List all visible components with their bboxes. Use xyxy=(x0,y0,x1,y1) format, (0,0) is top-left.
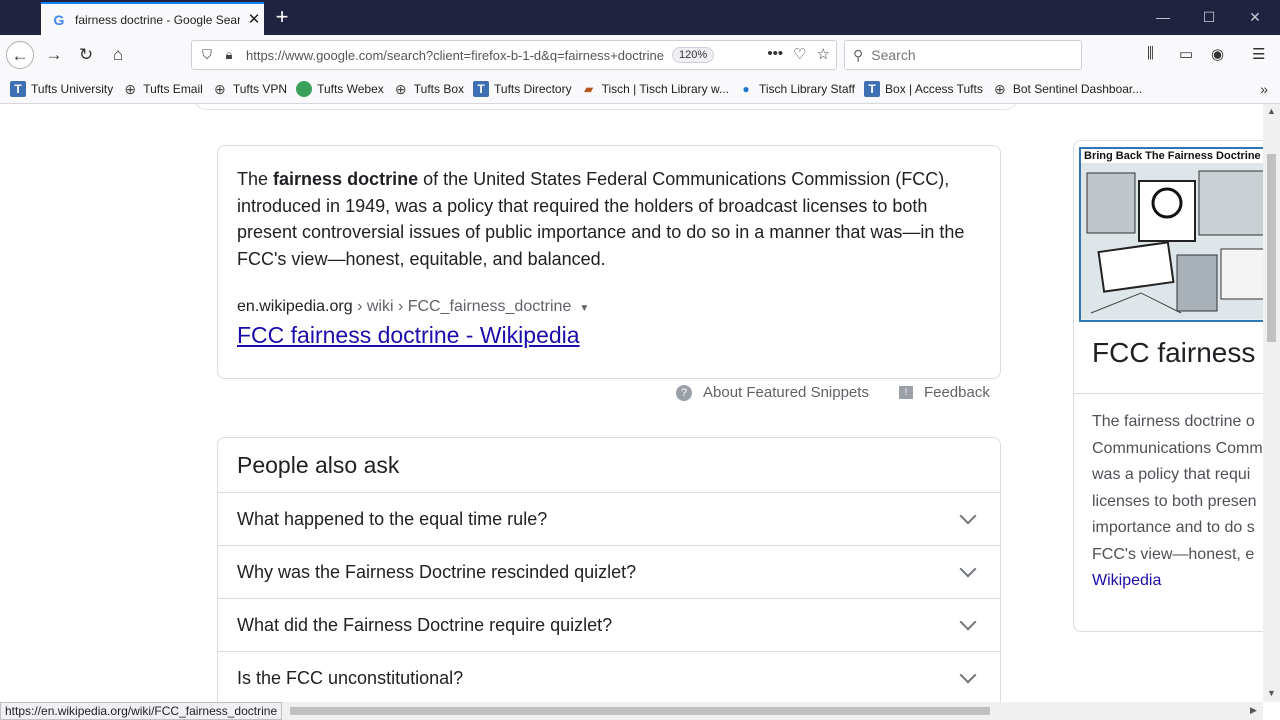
chevron-down-icon xyxy=(959,613,977,631)
about-snippets-link[interactable]: About Featured Snippets xyxy=(703,384,869,401)
zoom-level[interactable]: 120% xyxy=(672,47,715,63)
bookmark-tufts-email[interactable]: ⊕ Tufts Email xyxy=(122,80,202,97)
scrollbar-thumb[interactable] xyxy=(1267,154,1276,342)
status-url: https://en.wikipedia.org/wiki/FCC_fairne… xyxy=(0,702,283,720)
chevron-down-icon xyxy=(959,666,977,684)
bookmark-box-access-tufts[interactable]: T Box | Access Tufts xyxy=(864,80,983,97)
knowledge-panel-title: FCC fairness xyxy=(1092,337,1256,368)
vertical-scrollbar[interactable]: ▲ ▼ xyxy=(1263,104,1280,702)
paa-question[interactable]: What did the Fairness Doctrine require q… xyxy=(218,598,1000,651)
tab-close-icon[interactable]: ✕ xyxy=(246,11,262,28)
webex-icon xyxy=(296,80,313,97)
reload-icon[interactable]: ↻ xyxy=(72,41,100,69)
bookmark-tisch-library-staff[interactable]: ● Tisch Library Staff xyxy=(738,81,855,97)
navigation-toolbar: ← → ↻ ⌂ ⛉ 🔒︎ https://www.google.com/sear… xyxy=(0,35,1280,74)
new-tab-icon[interactable]: + xyxy=(270,6,294,30)
cite-dropdown-icon[interactable]: ▼ xyxy=(579,303,589,314)
sidebar-icon[interactable]: ▭ xyxy=(1179,45,1193,63)
globe-icon: ⊕ xyxy=(993,80,1006,97)
bookmark-tisch-library[interactable]: ▰ Tisch | Tisch Library w... xyxy=(581,81,729,97)
account-icon[interactable]: ◉ xyxy=(1211,45,1224,63)
url-bar[interactable]: ⛉ 🔒︎ https://www.google.com/search?clien… xyxy=(191,40,837,70)
tufts-t-icon: T xyxy=(10,80,26,97)
cite-path: › wiki › FCC_fairness_doctrine xyxy=(352,298,572,315)
google-g-icon: G xyxy=(53,11,65,28)
feedback-icon: ! xyxy=(898,386,913,399)
knowledge-panel-description: The fairness doctrine o Communications C… xyxy=(1092,409,1263,595)
globe-icon: ⊕ xyxy=(213,80,226,97)
bookmarks-toolbar: T Tufts University ⊕ Tufts Email ⊕ Tufts VP… xyxy=(0,74,1280,104)
cartoon-illustration xyxy=(1081,163,1263,319)
library-icon[interactable]: ⫼ xyxy=(1147,45,1154,62)
search-icon: ⚲ xyxy=(853,46,864,63)
page-content: The fairness doctrine of the United Stat… xyxy=(0,104,1263,702)
tab-title: fairness doctrine - Google Search xyxy=(75,12,240,27)
bookmark-tufts-vpn[interactable]: ⊕ Tufts VPN xyxy=(212,81,287,97)
minimize-icon[interactable]: — xyxy=(1140,6,1186,30)
tufts-t-icon: T xyxy=(473,80,490,97)
scroll-down-icon[interactable]: ▼ xyxy=(1267,688,1276,698)
knowledge-panel: Bring Back The Fairness Doctrine FCC fai… xyxy=(1073,140,1263,632)
tab-strip: G fairness doctrine - Google Search ✕ + … xyxy=(0,0,1280,35)
feedback-link[interactable]: Feedback xyxy=(924,384,990,401)
pocket-icon[interactable]: ♡ xyxy=(793,45,806,63)
maximize-icon[interactable]: ☐ xyxy=(1186,6,1232,30)
tufts-t-icon: T xyxy=(864,80,881,97)
search-header-edge xyxy=(193,104,1019,110)
divider xyxy=(1074,393,1263,394)
search-field[interactable]: ⚲ Search xyxy=(844,40,1082,70)
scroll-up-icon[interactable]: ▲ xyxy=(1267,106,1276,116)
tab-active[interactable]: G fairness doctrine - Google Search ✕ xyxy=(41,2,264,35)
image-caption: Bring Back The Fairness Doctrine xyxy=(1081,149,1263,163)
knowledge-panel-source-link[interactable]: Wikipedia xyxy=(1092,568,1263,595)
scroll-right-icon[interactable]: ▶ xyxy=(1250,705,1257,716)
snippet-footer: ? About Featured Snippets ! Feedback xyxy=(676,384,990,401)
chevron-down-icon xyxy=(959,560,977,578)
back-icon[interactable]: ← xyxy=(6,41,34,69)
drupal-icon: ● xyxy=(742,81,750,96)
tracking-shield-icon[interactable]: ⛉ xyxy=(196,47,218,63)
forward-icon[interactable]: → xyxy=(40,41,68,69)
people-also-ask: People also ask What happened to the equ… xyxy=(217,437,1001,702)
bookmarks-overflow-icon[interactable]: » xyxy=(1260,81,1268,97)
bookmark-tufts-directory[interactable]: T Tufts Directory xyxy=(473,80,572,97)
globe-icon: ⊕ xyxy=(394,80,407,97)
paa-question[interactable]: Is the FCC unconstitutional? xyxy=(218,651,1000,702)
snippet-result-link[interactable]: FCC fairness doctrine - Wikipedia xyxy=(237,322,981,349)
paa-question[interactable]: What happened to the equal time rule? xyxy=(218,492,1000,545)
chevron-down-icon xyxy=(959,507,977,525)
bookmark-tufts-webex[interactable]: Tufts Webex xyxy=(296,80,384,97)
snippet-text: The fairness doctrine of the United Stat… xyxy=(237,169,965,269)
snippet-keyword: fairness doctrine xyxy=(273,169,419,189)
bookmark-star-icon[interactable]: ☆ xyxy=(817,45,830,63)
help-icon: ? xyxy=(676,384,692,401)
page-actions-icon[interactable]: ••• xyxy=(767,45,783,63)
bookmark-tufts-university[interactable]: T Tufts University xyxy=(10,80,113,97)
menu-icon[interactable]: ☰ xyxy=(1252,45,1265,63)
home-icon[interactable]: ⌂ xyxy=(104,41,132,69)
knowledge-panel-image[interactable]: Bring Back The Fairness Doctrine xyxy=(1079,147,1263,322)
url-text[interactable]: https://www.google.com/search?client=fir… xyxy=(246,48,666,63)
scrollbar-thumb[interactable] xyxy=(290,707,990,715)
search-placeholder: Search xyxy=(871,47,916,63)
snippet-cite: en.wikipedia.org › wiki › FCC_fairness_d… xyxy=(237,298,981,316)
featured-snippet: The fairness doctrine of the United Stat… xyxy=(217,145,1001,379)
close-window-icon[interactable]: ✕ xyxy=(1232,6,1278,30)
bookmark-bot-sentinel[interactable]: ⊕ Bot Sentinel Dashboar... xyxy=(992,81,1142,97)
tisch-icon: ▰ xyxy=(583,81,594,96)
paa-title: People also ask xyxy=(237,452,400,478)
globe-icon: ⊕ xyxy=(124,80,137,97)
bookmark-tufts-box[interactable]: ⊕ Tufts Box xyxy=(393,81,464,97)
cite-domain: en.wikipedia.org xyxy=(237,298,353,315)
paa-question[interactable]: Why was the Fairness Doctrine rescinded … xyxy=(218,545,1000,598)
lock-icon[interactable]: 🔒︎ xyxy=(218,47,240,63)
